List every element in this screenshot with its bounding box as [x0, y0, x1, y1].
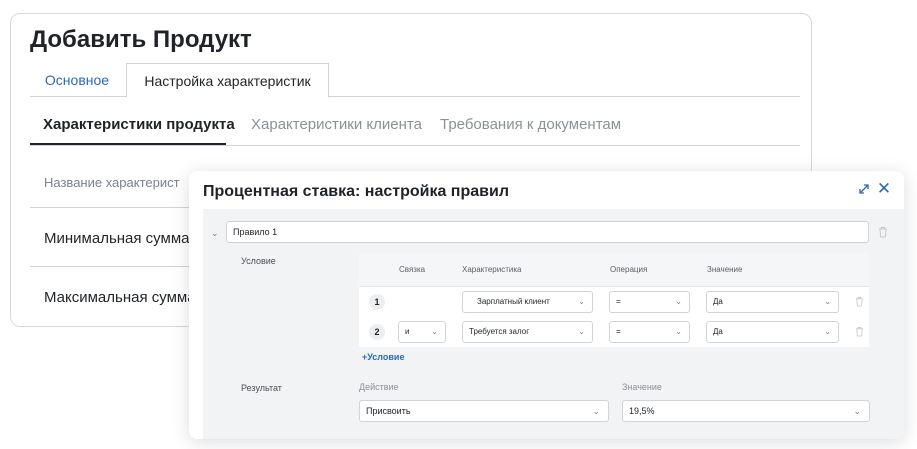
sub-tabs: Характеристики продукта Характеристики к…: [30, 106, 800, 146]
subtab-product-characteristics[interactable]: Характеристики продукта: [43, 116, 235, 133]
characteristic-value: Зарплатный клиент: [477, 297, 550, 306]
chevron-down-icon: ⌄: [578, 327, 585, 336]
conditions-table-header: Связка Характеристика Операция Значение: [359, 253, 869, 287]
chevron-down-icon[interactable]: ⌄: [211, 228, 219, 239]
chevron-down-icon: ⌄: [853, 406, 861, 416]
column-header-name: Название характерист: [44, 175, 180, 190]
condition-number: 1: [369, 294, 385, 310]
value-select[interactable]: Да ⌄: [706, 291, 839, 313]
value-label: Значение: [622, 382, 662, 392]
chevron-down-icon: ⌄: [592, 406, 600, 416]
condition-number: 2: [369, 324, 385, 340]
link-select[interactable]: и ⌄: [398, 321, 446, 343]
column-header-characteristic: Характеристика: [462, 265, 522, 274]
characteristic-select[interactable]: Зарплатный клиент ⌄: [462, 291, 593, 313]
result-value-select[interactable]: 19,5% ⌄: [622, 400, 870, 422]
operation-select[interactable]: = ⌄: [609, 321, 690, 343]
close-icon[interactable]: ✕: [876, 180, 892, 198]
add-condition-button[interactable]: +Условие: [362, 352, 404, 362]
active-subtab-indicator: [30, 143, 226, 145]
chevron-down-icon: ⌄: [824, 327, 831, 336]
main-tabs: Основное Настройка характеристик: [30, 63, 800, 98]
trash-icon[interactable]: [878, 226, 888, 238]
column-header-link: Связка: [399, 265, 426, 274]
result-value: 19,5%: [629, 406, 655, 416]
link-value: и: [405, 327, 410, 336]
condition-row: 1 Зарплатный клиент ⌄ = ⌄ Да ⌄: [359, 287, 869, 317]
condition-value: Да: [713, 297, 723, 306]
column-header-value: Значение: [707, 265, 743, 274]
condition-label: Условие: [241, 256, 276, 266]
subtab-client-characteristics[interactable]: Характеристики клиента: [251, 116, 422, 133]
row-label: Минимальная сумма: [44, 230, 190, 247]
action-label: Действие: [359, 382, 399, 392]
value-select[interactable]: Да ⌄: [706, 321, 839, 343]
chevron-down-icon: ⌄: [675, 297, 682, 306]
operation-value: =: [616, 297, 621, 306]
column-header-operation: Операция: [610, 265, 648, 274]
expand-icon[interactable]: [858, 183, 872, 197]
result-label: Результат: [241, 383, 282, 393]
operation-value: =: [616, 327, 621, 336]
rules-modal: Процентная ставка: настройка правил ✕ ⌄ …: [189, 171, 904, 439]
condition-row: 2 и ⌄ Требуется залог ⌄ = ⌄ Да ⌄: [359, 317, 869, 347]
tab-basic[interactable]: Основное: [30, 63, 124, 97]
chevron-down-icon: ⌄: [675, 327, 682, 336]
chevron-down-icon: ⌄: [431, 327, 438, 336]
trash-icon[interactable]: [855, 326, 864, 337]
tab-characteristics-settings[interactable]: Настройка характеристик: [126, 63, 329, 98]
condition-value: Да: [713, 327, 723, 336]
characteristic-select[interactable]: Требуется залог ⌄: [462, 321, 593, 343]
chevron-down-icon: ⌄: [824, 297, 831, 306]
chevron-down-icon: ⌄: [578, 297, 585, 306]
conditions-table: Связка Характеристика Операция Значение …: [359, 253, 869, 347]
rule-name-field[interactable]: Правило 1: [226, 221, 869, 243]
characteristic-value: Требуется залог: [469, 327, 530, 336]
row-label: Максимальная сумма: [44, 289, 196, 306]
rules-panel: ⌄ Правило 1 Условие Связка Характеристик…: [203, 209, 904, 439]
operation-select[interactable]: = ⌄: [609, 291, 690, 313]
page-title: Добавить Продукт: [30, 26, 252, 53]
modal-title: Процентная ставка: настройка правил: [203, 183, 509, 200]
action-select[interactable]: Присвоить ⌄: [359, 400, 609, 422]
subtab-document-requirements[interactable]: Требования к документам: [440, 116, 621, 133]
action-value: Присвоить: [366, 406, 411, 416]
trash-icon[interactable]: [855, 296, 864, 307]
